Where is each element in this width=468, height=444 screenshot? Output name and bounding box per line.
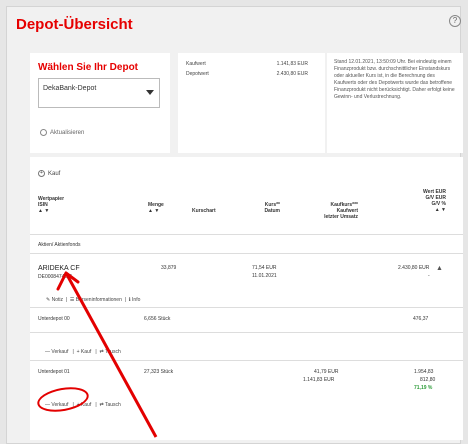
annotation-arrow xyxy=(56,271,158,438)
depot-select-value: DekaBank-Depot xyxy=(43,85,97,92)
unterdepot-guv-pct: 71,19 % xyxy=(414,385,433,391)
position-menge: 33,879 xyxy=(161,265,177,271)
kauf-label: Kauf xyxy=(48,171,61,178)
col-kurs[interactable]: Kurs** Datum xyxy=(250,202,280,214)
depot-select[interactable]: DekaBank-Depot xyxy=(38,78,160,108)
summary-row-kaufwert: Kaufwert 1.141,83 EUR xyxy=(186,61,316,67)
header-label: letzter Umsatz xyxy=(324,214,358,220)
section-label: Aktien/ Aktienfonds xyxy=(38,242,81,248)
info-panel: Stand 12.01.2021, 13:50:09 Uhr. Bei eind… xyxy=(327,53,463,153)
chevron-down-icon xyxy=(146,90,154,95)
sort-icon: ▲ ▼ xyxy=(38,208,50,214)
refresh-label: Aktualisieren xyxy=(50,130,85,137)
summary-value: 1.141,83 EUR xyxy=(276,61,308,67)
divider xyxy=(30,234,463,235)
depot-selector-heading: Wählen Sie Ihr Depot xyxy=(38,62,139,73)
sort-icon: ▲ ▼ xyxy=(148,208,160,214)
col-kaufkurs[interactable]: Kaufkurs*** Kaufwert letzter Umsatz xyxy=(308,202,358,220)
info-text: Stand 12.01.2021, 13:50:09 Uhr. Bei eind… xyxy=(334,59,455,100)
summary-value: 2.430,80 EUR xyxy=(276,71,308,77)
unterdepot-wert: 1.954,83 xyxy=(414,369,434,375)
header-label: Datum xyxy=(264,208,280,214)
help-icon[interactable]: ? xyxy=(449,15,461,27)
position-kurs: 71,54 EUR xyxy=(252,265,277,271)
page-title: Depot-Übersicht xyxy=(16,16,133,33)
unterdepot-kaufwert: 1.141,83 EUR xyxy=(303,377,335,383)
sort-icon: ▲ ▼ xyxy=(434,207,446,213)
refresh-icon xyxy=(40,129,47,136)
col-menge[interactable]: Menge ▲ ▼ xyxy=(148,202,164,214)
position-guv: - xyxy=(428,273,430,279)
chevron-up-icon[interactable]: ▲ xyxy=(436,265,443,272)
position-datum: 11.01.2021 xyxy=(252,273,277,279)
col-wert[interactable]: Wert EUR G/V EUR G/V % ▲ ▼ xyxy=(406,189,446,213)
plus-circle-icon: + xyxy=(38,170,45,177)
kauf-button[interactable]: + Kauf xyxy=(38,170,60,177)
col-wertpapier[interactable]: Wertpapier ISIN ▲ ▼ xyxy=(38,196,64,214)
summary-row-depotwert: Depotwert 2.430,80 EUR xyxy=(186,71,316,77)
refresh-button[interactable]: Aktualisieren xyxy=(40,129,84,136)
unterdepot-wert: 476,37 xyxy=(413,316,429,322)
unterdepot-guv: 812,80 xyxy=(420,377,436,383)
unterdepot-kaufkurs: 41,79 EUR xyxy=(314,369,339,375)
summary-panel: Kaufwert 1.141,83 EUR Depotwert 2.430,80… xyxy=(178,53,325,153)
summary-label: Kaufwert xyxy=(186,61,206,67)
position-wert: 2.430,80 EUR xyxy=(398,265,430,271)
col-kurschart: Kurschart xyxy=(192,208,216,214)
summary-label: Depotwert xyxy=(186,71,209,77)
depot-selector-panel: Wählen Sie Ihr Depot DekaBank-Depot Aktu… xyxy=(30,53,170,153)
